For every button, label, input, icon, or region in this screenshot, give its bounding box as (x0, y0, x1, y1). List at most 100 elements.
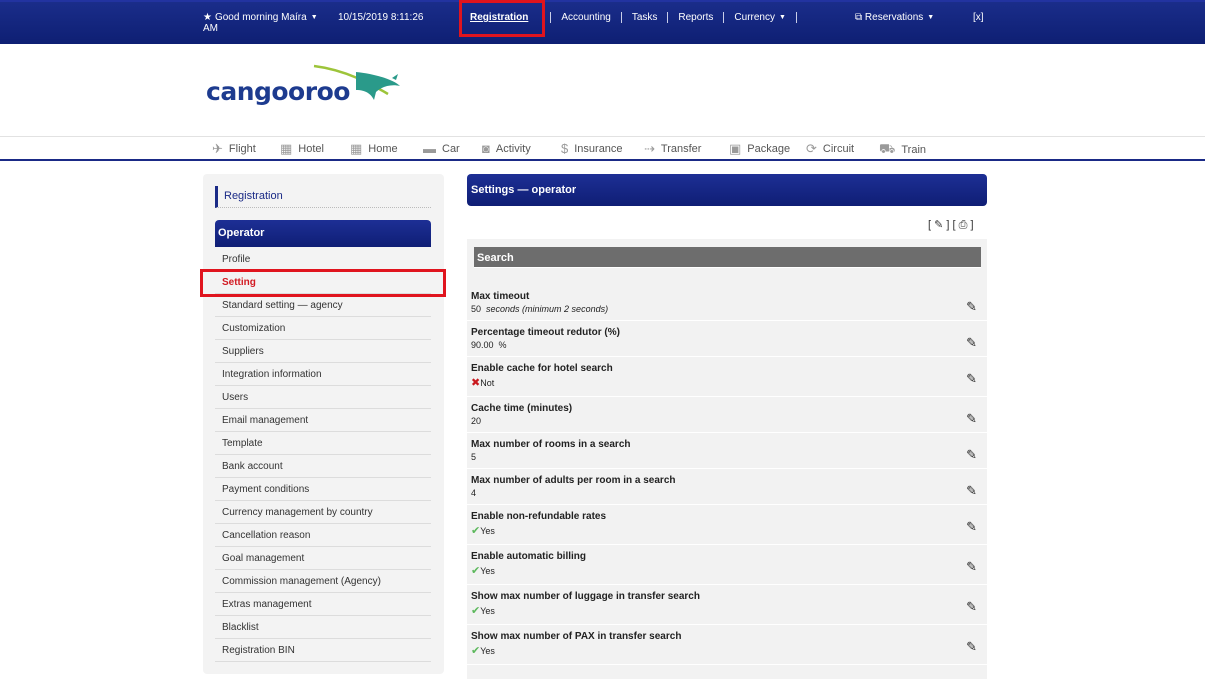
chevron-down-icon: ▼ (927, 14, 935, 21)
sidebar-item-goal-management[interactable]: Goal management (215, 547, 431, 570)
sidebar-item-registration-bin[interactable]: Registration BIN (215, 639, 431, 662)
close-button[interactable]: [x] (973, 12, 984, 23)
value-text: Yes (480, 646, 495, 656)
dollar-icon: $ (561, 141, 569, 156)
suitcase-icon: ▣ (729, 141, 742, 156)
setting-label: Percentage timeout redutor (%) (471, 327, 620, 338)
check-icon: ✔ (471, 605, 481, 617)
product-flight[interactable]: ✈ Flight (212, 141, 256, 157)
sidebar-item-suppliers[interactable]: Suppliers (215, 340, 431, 363)
setting-row: Max timeout 50 seconds (minimum 2 second… (467, 285, 987, 321)
train-icon: ⛟ (879, 141, 896, 156)
nav-currency[interactable]: Currency ▼ (734, 12, 786, 23)
sidebar-item-email-management[interactable]: Email management (215, 409, 431, 432)
edit-pencil-icon[interactable]: ✎ (966, 299, 977, 315)
sidebar-item-integration-information[interactable]: Integration information (215, 363, 431, 386)
edit-pencil-icon[interactable]: ✎ (966, 599, 977, 615)
print-icon[interactable]: ⎙ (959, 219, 968, 231)
sidebar-item-bank-account[interactable]: Bank account (215, 455, 431, 478)
edit-pencil-icon[interactable]: ✎ (966, 639, 977, 655)
sidebar-item-template[interactable]: Template (215, 432, 431, 455)
currency-label: Currency (734, 12, 775, 23)
chevron-down-icon: ▼ (778, 14, 786, 21)
nav-divider (723, 12, 725, 23)
product-train[interactable]: ⛟ Train (879, 141, 926, 159)
setting-value: 50 seconds (minimum 2 seconds) (471, 304, 983, 314)
edit-pencil-icon[interactable]: ✎ (966, 371, 977, 387)
nav-accounting[interactable]: Accounting (561, 12, 610, 23)
bracket: ] (946, 219, 950, 231)
sidebar-item-customization[interactable]: Customization (215, 317, 431, 340)
sidebar-item-blacklist[interactable]: Blacklist (215, 616, 431, 639)
setting-label: Enable non-refundable rates (471, 511, 607, 522)
building-icon: ▦ (280, 141, 293, 156)
greeting-text: Good morning Maíra (214, 12, 307, 23)
nav-divider (667, 12, 669, 23)
product-package[interactable]: ▣ Package (729, 141, 790, 157)
edit-pencil-icon[interactable]: ✎ (966, 519, 977, 535)
product-car[interactable]: ▬ Car (423, 141, 460, 156)
value-number: 50 (471, 304, 482, 314)
product-label: Activity (495, 142, 531, 155)
check-icon: ✔ (471, 525, 481, 537)
product-menu: ✈ Flight ▦ Hotel ▦ Home ▬ Car ◙ Activity $ Ins… (0, 136, 1205, 161)
datetime-ampm: AM (203, 23, 218, 34)
chevron-down-icon: ▼ (310, 14, 318, 21)
product-insurance[interactable]: $ Insurance (561, 141, 623, 156)
edit-pencil-icon[interactable]: ✎ (966, 411, 977, 427)
sidebar-section-title: Operator (215, 220, 431, 247)
sidebar-item-cancellation-reason[interactable]: Cancellation reason (215, 524, 431, 547)
datetime: 10/15/2019 8:11:26 (338, 12, 424, 23)
breadcrumb[interactable]: Registration (215, 186, 431, 208)
product-hotel[interactable]: ▦ Hotel (280, 141, 324, 157)
product-home[interactable]: ▦ Home (350, 141, 398, 157)
setting-value: ✔Yes (471, 524, 983, 537)
sidebar-item-users[interactable]: Users (215, 386, 431, 409)
sidebar-item-payment-conditions[interactable]: Payment conditions (215, 478, 431, 501)
setting-value: 4 (471, 488, 477, 498)
value-text: Yes (480, 606, 495, 616)
nav-reports[interactable]: Reports (678, 12, 713, 23)
reservations-menu[interactable]: ⧉ Reservations ▼ (855, 12, 934, 23)
nav-divider (550, 12, 552, 23)
car-icon: ▬ (423, 141, 436, 156)
edit-pencil-icon[interactable]: ✎ (966, 335, 977, 351)
value-suffix: seconds (minimum 2 seconds) (486, 304, 609, 314)
edit-pencil-icon[interactable]: ✎ (966, 483, 977, 499)
user-greeting-menu[interactable]: ★ Good morning Maíra ▼ (203, 12, 318, 23)
product-transfer[interactable]: ⇢ Transfer (644, 141, 701, 157)
bracket: [ (928, 219, 932, 231)
value-text: Yes (480, 526, 495, 536)
setting-label: Enable cache for hotel search (471, 363, 613, 374)
edit-pencil-icon[interactable]: ✎ (966, 447, 977, 463)
setting-label: Cache time (minutes) (471, 403, 573, 414)
setting-label: Enable automatic billing (471, 551, 587, 562)
setting-label: Max timeout (471, 291, 530, 302)
reservations-label: Reservations (864, 12, 924, 23)
top-bar: ★ Good morning Maíra ▼ 10/15/2019 8:11:26 … (0, 0, 1205, 44)
bracket: [ (952, 219, 956, 231)
section-header-search: Search (474, 247, 981, 268)
camera-icon: ◙ (482, 141, 490, 156)
sidebar-item-standard-setting[interactable]: Standard setting — agency (215, 294, 431, 317)
product-label: Home (368, 143, 398, 155)
sidebar-item-profile[interactable]: Profile (215, 248, 431, 271)
value-suffix: % (498, 340, 507, 350)
edit-pencil-icon[interactable]: ✎ (966, 559, 977, 575)
edit-all-icon[interactable]: ✎ (934, 219, 943, 231)
sidebar-item-commission-management[interactable]: Commission management (Agency) (215, 570, 431, 593)
setting-value: 20 (471, 416, 482, 426)
sidebar: Registration Operator Profile Setting St… (203, 174, 444, 674)
setting-row: Show max number of luggage in transfer s… (467, 585, 987, 625)
product-circuit[interactable]: ⟳ Circuit (806, 141, 854, 157)
sidebar-item-currency-management[interactable]: Currency management by country (215, 501, 431, 524)
setting-value: ✖Not (471, 376, 983, 389)
nav-tasks[interactable]: Tasks (632, 12, 658, 23)
product-activity[interactable]: ◙ Activity (482, 141, 531, 156)
sidebar-item-extras-management[interactable]: Extras management (215, 593, 431, 616)
nav-divider (795, 12, 797, 23)
cangooroo-logo[interactable]: cangooroo (206, 60, 406, 120)
setting-label: Max number of adults per room in a searc… (471, 475, 676, 486)
check-icon: ✔ (471, 645, 481, 657)
setting-label: Show max number of PAX in transfer searc… (471, 631, 682, 642)
